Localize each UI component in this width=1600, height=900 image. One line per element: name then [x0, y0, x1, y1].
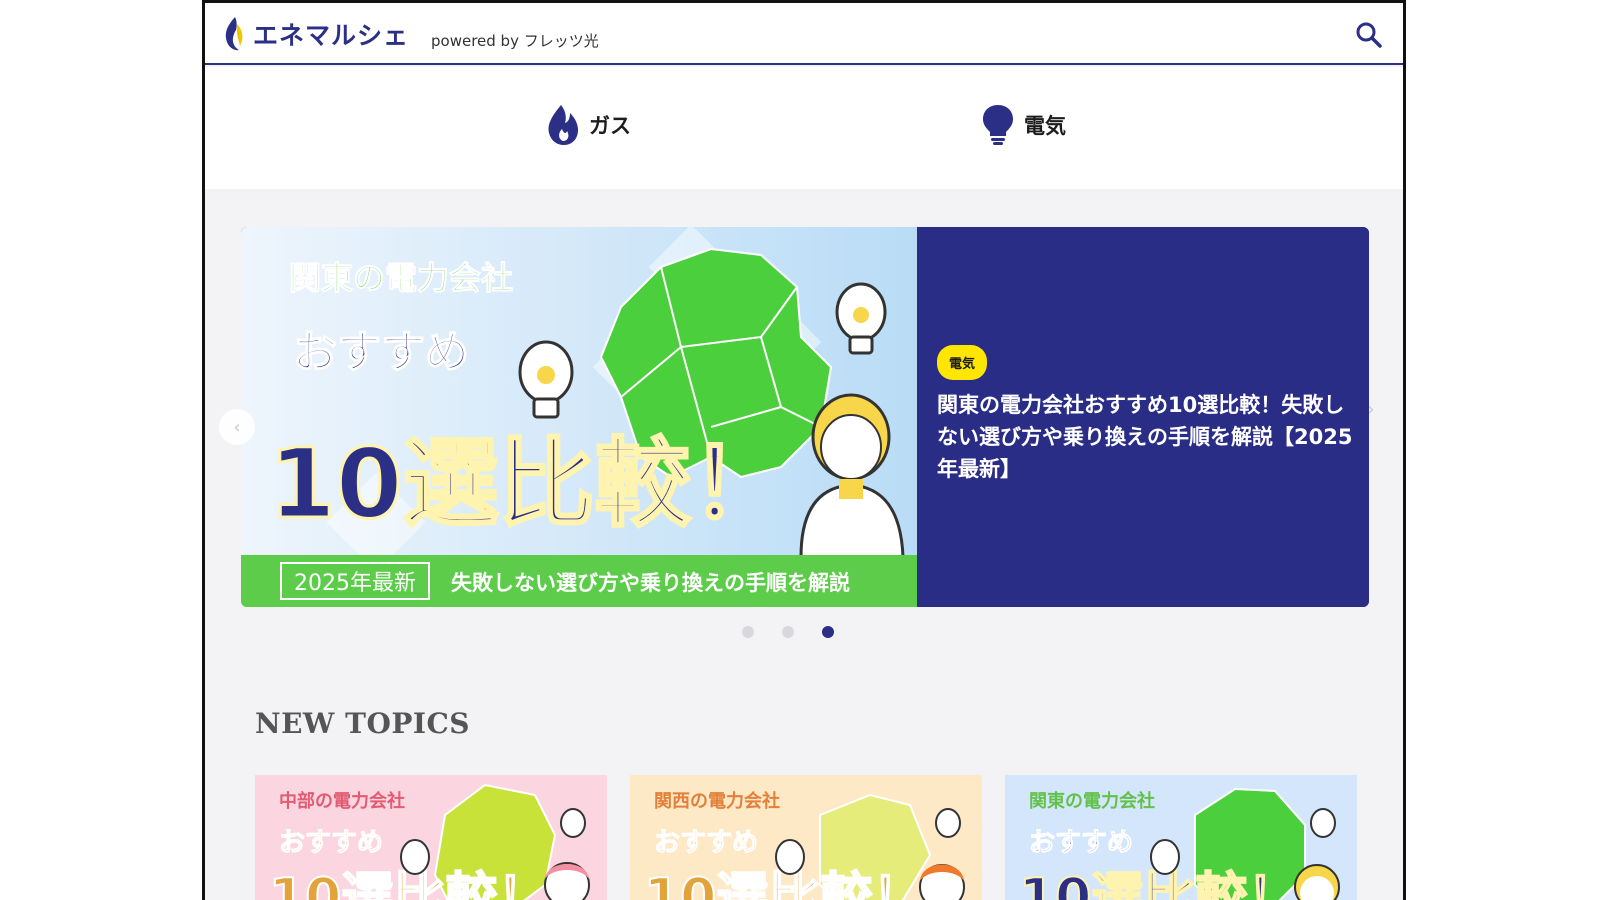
bulb-icon: [983, 105, 1013, 145]
hero-image[interactable]: 関東の電力会社 おすすめ 10選比較！ 2025年最新 失敗しない選び方や乗り換…: [241, 227, 917, 607]
new-topics-heading: NEW TOPICS: [255, 707, 471, 740]
category-nav: ガス 電気: [205, 67, 1403, 189]
topic-card[interactable]: 関西の電力会社 おすすめ 10選比較！: [630, 775, 982, 900]
hero-image-heading: 関東の電力会社: [289, 259, 513, 297]
slider-next-button[interactable]: ›: [1353, 391, 1389, 427]
slider-dot-2[interactable]: [782, 626, 794, 638]
slider-prev-button[interactable]: ‹: [219, 409, 255, 445]
topic-card-image: 関西の電力会社 おすすめ 10選比較！: [630, 775, 982, 900]
site-logo[interactable]: エネマルシェ: [223, 15, 409, 53]
category-badge[interactable]: 電気: [937, 345, 988, 380]
topic-card-sub: おすすめ: [279, 828, 383, 858]
slider-dot-1[interactable]: [742, 626, 754, 638]
topic-card[interactable]: 関東の電力会社 おすすめ 10選比較！: [1005, 775, 1357, 900]
chevron-left-icon: ‹: [233, 416, 241, 438]
search-icon[interactable]: [1355, 21, 1383, 49]
powered-by-text: powered by フレッツ光: [431, 32, 599, 50]
category-gas-label: ガス: [589, 114, 631, 138]
topic-card[interactable]: 中部の電力会社 おすすめ 10選比較！: [255, 775, 607, 900]
logo-flame-icon: [225, 17, 243, 51]
category-gas[interactable]: ガス: [545, 103, 631, 147]
hero-image-sub: おすすめ: [293, 327, 469, 378]
category-electricity[interactable]: 電気: [980, 103, 1066, 147]
hero-image-year: 2025年最新: [294, 571, 416, 596]
slider-dots: [205, 626, 1387, 638]
category-electricity-label: 電気: [1024, 114, 1066, 138]
hero-article-title[interactable]: 関東の電力会社おすすめ10選比較！失敗しない選び方や乗り換えの手順を解説【202…: [937, 389, 1357, 485]
topic-card-image: 中部の電力会社 おすすめ 10選比較！: [255, 775, 607, 900]
topic-card-sub: おすすめ: [654, 828, 758, 858]
hero-image-big: 10選比較！: [269, 428, 787, 540]
topic-card-heading: 中部の電力会社: [279, 790, 405, 812]
slider-dot-3[interactable]: [822, 626, 834, 638]
chevron-right-icon: ›: [1367, 398, 1375, 420]
hero-image-banner-text: 失敗しない選び方や乗り換えの手順を解説: [451, 571, 850, 595]
topic-card-image: 関東の電力会社 おすすめ 10選比較！: [1005, 775, 1357, 900]
topic-card-heading: 関東の電力会社: [1029, 790, 1155, 812]
flame-icon: [548, 105, 578, 145]
topic-card-heading: 関西の電力会社: [654, 790, 780, 812]
hero-caption-panel[interactable]: 電気 関東の電力会社おすすめ10選比較！失敗しない選び方や乗り換えの手順を解説【…: [917, 227, 1369, 607]
browser-frame: エネマルシェ powered by フレッツ光 ガス 電気 関東の電力会社 おす…: [202, 0, 1406, 900]
site-header: エネマルシェ powered by フレッツ光: [205, 3, 1403, 65]
hero-slider[interactable]: 関東の電力会社 おすすめ 10選比較！ 2025年最新 失敗しない選び方や乗り換…: [241, 227, 1369, 607]
logo-text: エネマルシェ: [253, 21, 410, 50]
topics-card-list: 中部の電力会社 おすすめ 10選比較！ 関西の電力会社 おすすめ 10選比較！: [255, 775, 1357, 900]
topic-card-sub: おすすめ: [1029, 828, 1133, 858]
